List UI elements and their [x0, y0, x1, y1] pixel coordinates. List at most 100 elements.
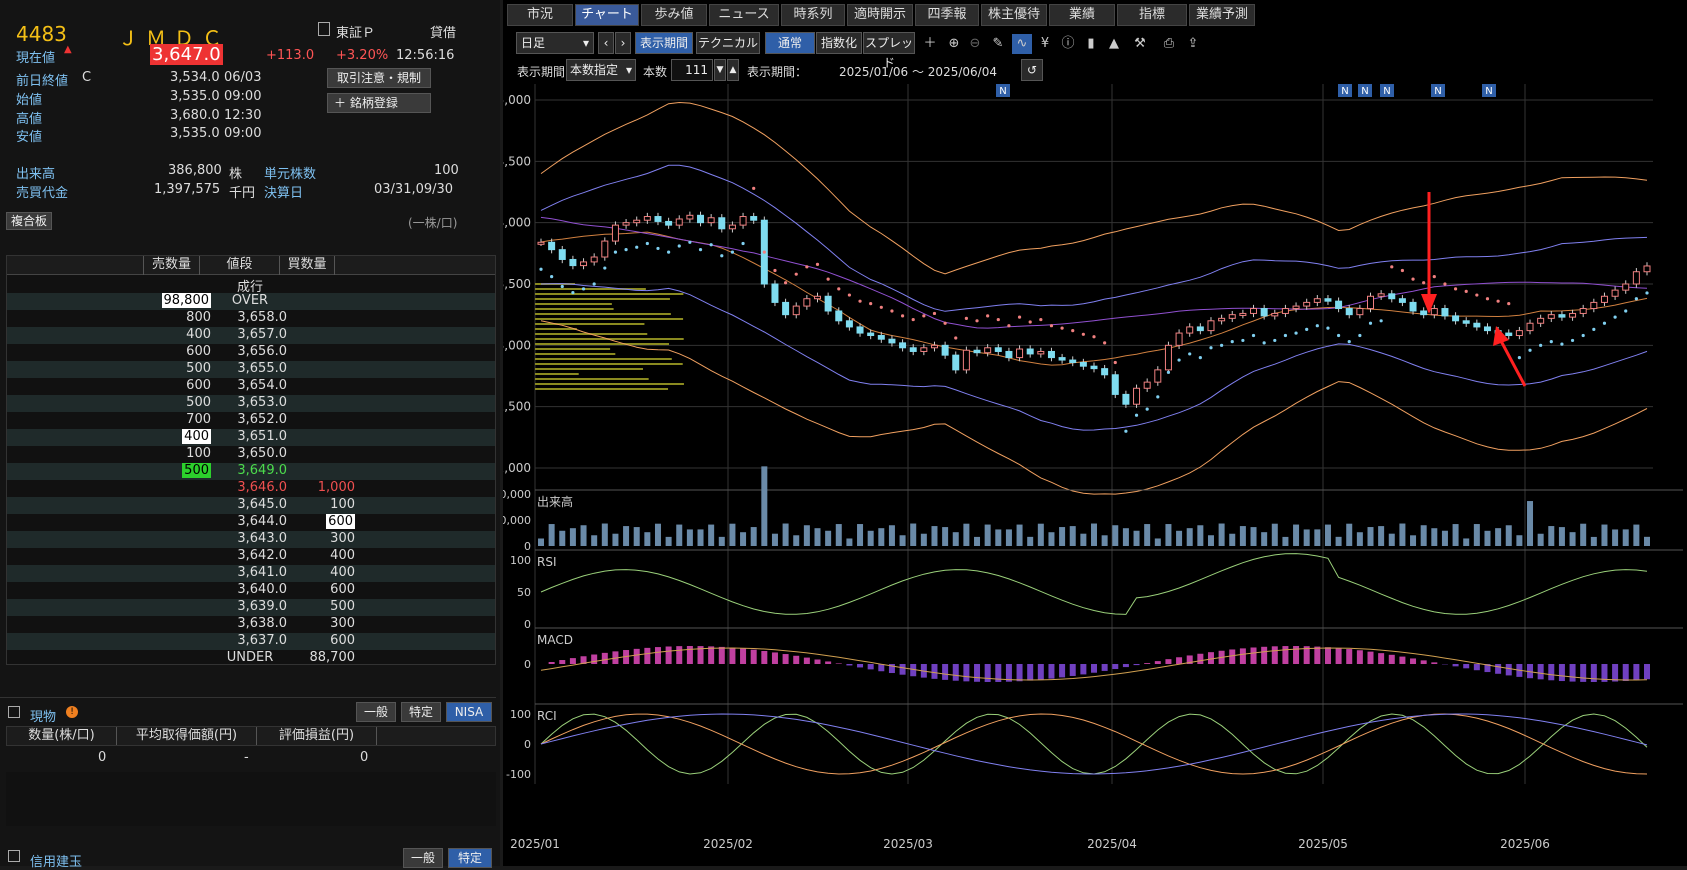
buy-qty[interactable]: 600: [289, 514, 355, 529]
info-icon[interactable]: ⓘ: [1058, 34, 1078, 54]
sell-qty[interactable]: 600: [143, 378, 211, 393]
sell-qty[interactable]: 600: [143, 344, 211, 359]
display-period-button[interactable]: 表示期間: [635, 32, 693, 54]
tab-3[interactable]: ニュース: [709, 4, 779, 26]
count-up-icon[interactable]: ▲: [727, 59, 739, 81]
price[interactable]: 3,645.0: [213, 497, 287, 512]
buy-qty[interactable]: 600: [289, 633, 355, 648]
price[interactable]: 3,638.0: [213, 616, 287, 631]
tab-2[interactable]: 歩み値: [641, 4, 707, 26]
yen-icon[interactable]: ¥: [1035, 34, 1055, 54]
book-row[interactable]: 3,643.0300: [7, 531, 495, 548]
buy-qty[interactable]: 600: [289, 582, 355, 597]
buy-qty[interactable]: 100: [289, 497, 355, 512]
book-row[interactable]: 98,800OVER: [7, 293, 495, 310]
book-row[interactable]: 6003,654.0: [7, 378, 495, 395]
price[interactable]: 3,656.0: [213, 344, 287, 359]
zoom-in-icon[interactable]: ⊕: [944, 34, 964, 54]
window-icon[interactable]: [8, 850, 20, 862]
pencil-icon[interactable]: ✎: [988, 34, 1008, 54]
book-row[interactable]: 6003,656.0: [7, 344, 495, 361]
book-row[interactable]: 3,639.0500: [7, 599, 495, 616]
tab-7[interactable]: 株主優待: [981, 4, 1047, 26]
spread-button[interactable]: スプレッド: [863, 32, 915, 54]
export-icon[interactable]: ⇪: [1183, 34, 1203, 54]
area-chart-icon[interactable]: ▲: [1104, 34, 1124, 54]
price[interactable]: 3,641.0: [213, 565, 287, 580]
doc-icon[interactable]: [318, 22, 330, 36]
price[interactable]: OVER: [213, 293, 287, 308]
sell-qty[interactable]: 100: [143, 446, 211, 461]
buy-qty[interactable]: 300: [289, 616, 355, 631]
buy-qty[interactable]: 400: [289, 548, 355, 563]
period-select[interactable]: 日足▾: [516, 32, 594, 54]
book-row[interactable]: 3,638.0300: [7, 616, 495, 633]
zoom-out-icon[interactable]: ⊖: [965, 34, 985, 54]
buy-qty[interactable]: 500: [289, 599, 355, 614]
tab-1[interactable]: チャート: [575, 4, 639, 26]
price[interactable]: 3,653.0: [213, 395, 287, 410]
window-icon[interactable]: [8, 706, 20, 718]
book-row[interactable]: 3,637.0600: [7, 633, 495, 650]
book-row[interactable]: 5003,655.0: [7, 361, 495, 378]
price[interactable]: 3,646.0: [213, 480, 287, 495]
buy-qty[interactable]: 1,000: [289, 480, 355, 495]
add-watch-button[interactable]: ＋ 銘柄登録: [327, 93, 431, 113]
price[interactable]: 3,651.0: [213, 429, 287, 444]
reset-icon[interactable]: ↺: [1021, 59, 1043, 81]
book-row[interactable]: 8003,658.0: [7, 310, 495, 327]
book-row[interactable]: UNDER88,700: [7, 650, 495, 667]
trade-caution-button[interactable]: 取引注意・規制: [327, 68, 431, 88]
price[interactable]: 3,637.0: [213, 633, 287, 648]
book-row[interactable]: 5003,649.0: [7, 463, 495, 480]
sell-qty[interactable]: 700: [143, 412, 211, 427]
book-row[interactable]: 4003,657.0: [7, 327, 495, 344]
price[interactable]: UNDER: [213, 650, 287, 665]
book-row[interactable]: 3,642.0400: [7, 548, 495, 565]
sell-qty[interactable]: 500: [143, 395, 211, 410]
margin-specific-button[interactable]: 特定: [448, 848, 492, 868]
sell-qty[interactable]: 400: [143, 327, 211, 342]
tab-6[interactable]: 四季報: [915, 4, 979, 26]
tab-4[interactable]: 時系列: [781, 4, 845, 26]
general-button[interactable]: 一般: [356, 702, 396, 722]
book-row[interactable]: 3,644.0600: [7, 514, 495, 531]
price[interactable]: 3,652.0: [213, 412, 287, 427]
count-input[interactable]: 111: [671, 59, 713, 81]
tab-9[interactable]: 指標: [1117, 4, 1187, 26]
print-icon[interactable]: ⎙: [1159, 34, 1179, 54]
price[interactable]: 3,643.0: [213, 531, 287, 546]
price[interactable]: 3,644.0: [213, 514, 287, 529]
prev-arrow-icon[interactable]: ‹: [598, 32, 614, 54]
book-row[interactable]: 3,641.0400: [7, 565, 495, 582]
book-row[interactable]: 7003,652.0: [7, 412, 495, 429]
index-button[interactable]: 指数化: [816, 32, 862, 54]
buy-qty[interactable]: 88,700: [289, 650, 355, 665]
my-indicator-icon[interactable]: ▮: [1081, 34, 1101, 54]
price[interactable]: 3,649.0: [213, 463, 287, 478]
tab-5[interactable]: 適時開示: [847, 4, 913, 26]
price[interactable]: 3,650.0: [213, 446, 287, 461]
price[interactable]: 3,658.0: [213, 310, 287, 325]
price[interactable]: 3,642.0: [213, 548, 287, 563]
trend-icon[interactable]: ∿: [1012, 34, 1032, 54]
nisa-button[interactable]: NISA: [446, 702, 492, 722]
technical-button[interactable]: テクニカル: [696, 32, 760, 54]
tab-10[interactable]: 業績予測: [1189, 4, 1255, 26]
book-row[interactable]: 4003,651.0: [7, 429, 495, 446]
price[interactable]: 3,640.0: [213, 582, 287, 597]
book-row[interactable]: 成行: [7, 276, 495, 293]
tab-0[interactable]: 市況: [507, 4, 573, 26]
buy-qty[interactable]: 400: [289, 565, 355, 580]
price[interactable]: 3,655.0: [213, 361, 287, 376]
period-mode-select[interactable]: 本数指定▾: [566, 59, 636, 81]
crosshair-icon[interactable]: ＋: [920, 34, 940, 54]
count-down-icon[interactable]: ▼: [714, 59, 726, 81]
chart-area[interactable]: 5,0004,5004,0003,5003,0002,5002,0002025/…: [503, 84, 1687, 866]
price[interactable]: 3,657.0: [213, 327, 287, 342]
sell-qty[interactable]: 800: [143, 310, 211, 325]
book-row[interactable]: 5003,653.0: [7, 395, 495, 412]
book-row[interactable]: 3,646.01,000: [7, 480, 495, 497]
sell-qty[interactable]: 400: [143, 429, 211, 444]
sell-qty[interactable]: 98,800: [143, 293, 211, 308]
